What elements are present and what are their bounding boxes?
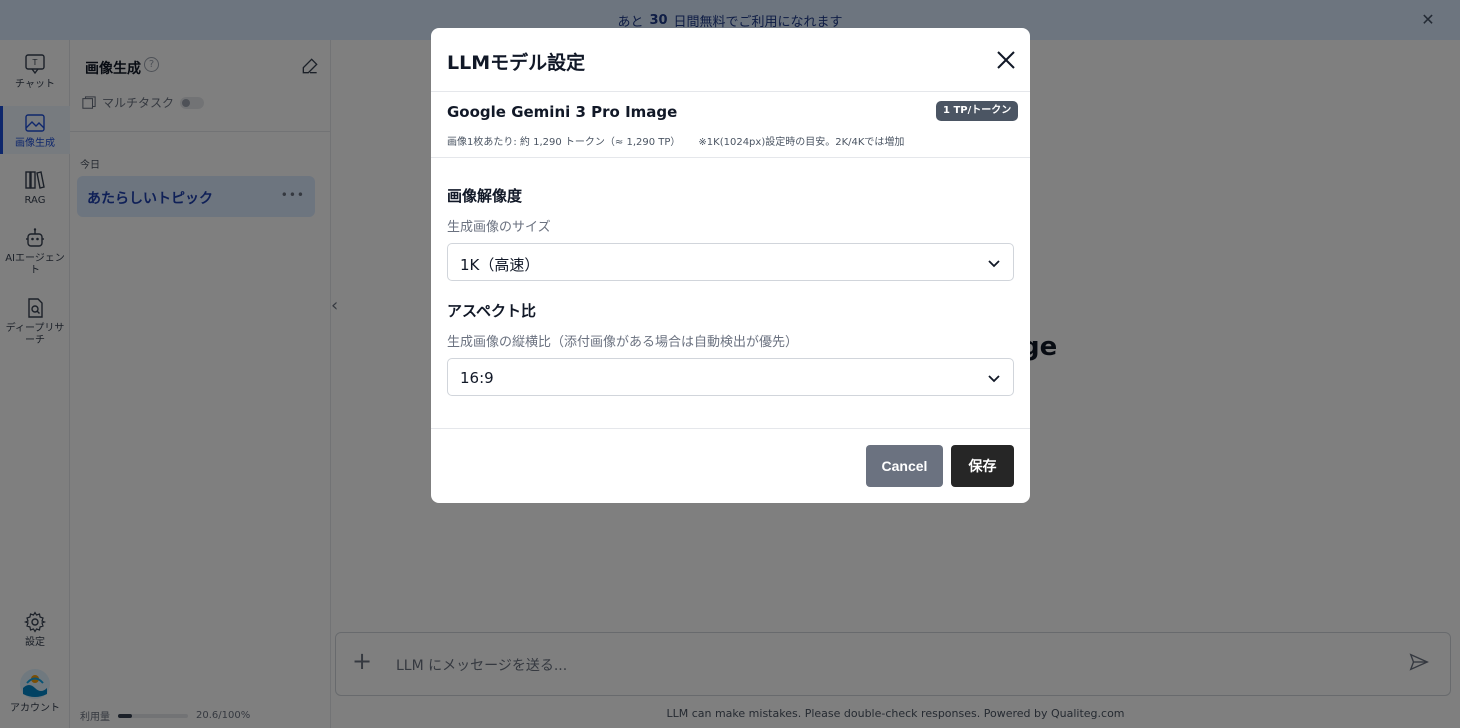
save-button[interactable]: 保存	[951, 445, 1014, 487]
resolution-hint: ※1K(1024px)設定時の目安。2K/4Kでは増加	[698, 137, 905, 148]
close-icon[interactable]	[995, 49, 1017, 71]
dialog-title: LLMモデル設定	[447, 52, 586, 74]
dialog-divider	[431, 157, 1030, 158]
aspect-value: 16:9	[460, 369, 494, 387]
dialog-divider	[431, 428, 1030, 429]
chevron-down-icon	[988, 375, 1000, 383]
aspect-subtitle: 生成画像の縦横比（添付画像がある場合は自動検出が優先）	[447, 335, 799, 350]
resolution-value: 1K（高速）	[460, 256, 540, 274]
cost-badge: 1 TP/トークン	[936, 101, 1019, 121]
resolution-subtitle: 生成画像のサイズ	[447, 220, 551, 235]
model-name: Google Gemini 3 Pro Image	[447, 103, 678, 121]
aspect-title: アスペクト比	[447, 302, 536, 320]
token-estimate: 画像1枚あたり: 約 1,290 トークン（≈ 1,290 TP）	[447, 137, 681, 148]
chevron-down-icon	[988, 260, 1000, 268]
resolution-select[interactable]: 1K（高速）	[447, 243, 1014, 281]
dialog-divider	[431, 91, 1030, 92]
aspect-select[interactable]: 16:9	[447, 358, 1014, 396]
cancel-button[interactable]: Cancel	[866, 445, 943, 487]
resolution-title: 画像解像度	[447, 187, 523, 205]
llm-settings-dialog: LLMモデル設定 Google Gemini 3 Pro Image 1 TP/…	[431, 28, 1030, 503]
token-note: 画像1枚あたり: 約 1,290 トークン（≈ 1,290 TP） ※1K(102…	[447, 133, 904, 148]
